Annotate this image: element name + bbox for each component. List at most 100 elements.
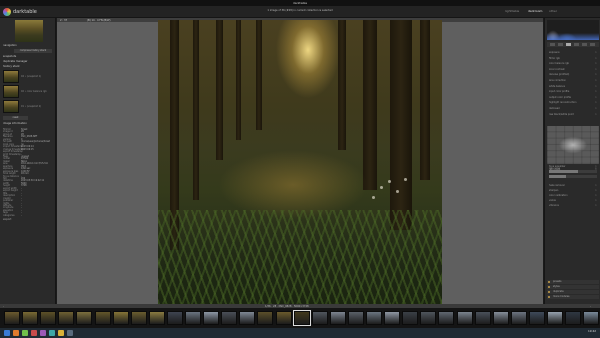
module-power-icon[interactable]: ⏻ xyxy=(595,57,597,60)
module-header[interactable]: input color profile ⏻ xyxy=(549,90,597,93)
module-slider[interactable] xyxy=(549,175,597,178)
module-header[interactable]: color calibration ⏻ xyxy=(549,194,597,197)
filmstrip-thumbnail[interactable] xyxy=(329,311,346,325)
filmstrip-thumbnail[interactable] xyxy=(292,310,311,326)
export-section[interactable]: export xyxy=(3,218,11,222)
filmstrip-thumbnail[interactable] xyxy=(22,311,39,325)
module-header[interactable]: filmic rgb ⏻ xyxy=(549,57,597,60)
navigation-preview[interactable] xyxy=(15,20,43,42)
section-snapshots[interactable]: snapshots xyxy=(3,55,16,59)
filmstrip-thumbnail[interactable] xyxy=(185,311,201,325)
snapshot-thumb[interactable] xyxy=(3,70,19,83)
filmstrip-thumbnail[interactable] xyxy=(384,311,401,325)
bottom-item[interactable]: more modules xyxy=(547,295,599,299)
module-group-tab[interactable] xyxy=(558,43,563,46)
module-header[interactable]: velvia ⏻ xyxy=(549,199,597,202)
module-header[interactable]: highlight reconstruction ⏻ xyxy=(549,101,597,104)
module-group-tab[interactable] xyxy=(590,43,595,46)
module-header[interactable]: lens correction ⏻ xyxy=(549,79,597,82)
bottom-item[interactable]: duplicate xyxy=(547,290,599,294)
filmstrip-thumbnail[interactable] xyxy=(221,311,238,325)
filmstrip-thumbnail[interactable] xyxy=(58,311,75,325)
module-power-icon[interactable]: ⏻ xyxy=(595,62,597,65)
filmstrip-thumbnail[interactable] xyxy=(148,311,165,325)
view-tab-other[interactable]: other xyxy=(549,9,557,13)
tone-equalizer-graph[interactable] xyxy=(547,126,599,164)
filmstrip-thumbnail[interactable] xyxy=(347,311,364,325)
filmstrip-thumbnail[interactable] xyxy=(257,311,274,325)
module-header[interactable]: sharpen ⏻ xyxy=(549,189,597,192)
taskbar-app-icon[interactable] xyxy=(58,330,64,336)
main-image[interactable] xyxy=(158,20,442,304)
module-power-icon[interactable]: ⏻ xyxy=(595,101,597,104)
section-history-stack[interactable]: history stack xyxy=(3,65,20,69)
bottom-item[interactable]: presets xyxy=(547,280,599,284)
module-header[interactable]: color balance rgb ⏻ xyxy=(549,62,597,65)
filmstrip-thumbnail[interactable] xyxy=(203,311,220,325)
module-power-icon[interactable]: ⏻ xyxy=(595,107,597,110)
filmstrip-thumbnail[interactable] xyxy=(565,311,582,325)
module-header[interactable]: denoise (profiled) ⏻ xyxy=(549,73,597,76)
filmstrip-thumbnail[interactable] xyxy=(456,311,473,325)
filmstrip[interactable] xyxy=(0,308,600,328)
filmstrip-thumbnail[interactable] xyxy=(366,311,382,325)
taskbar-app-icon[interactable] xyxy=(31,330,37,336)
taskbar-app-icon[interactable] xyxy=(22,330,28,336)
module-power-icon[interactable]: ⏻ xyxy=(595,68,597,71)
module-power-icon[interactable]: ⏻ xyxy=(595,113,597,116)
filmstrip-thumbnail[interactable] xyxy=(4,311,20,325)
module-header[interactable]: raw black/white point ⏻ xyxy=(549,113,597,116)
module-header[interactable]: local contrast ⏻ xyxy=(549,68,597,71)
filmstrip-thumbnail[interactable] xyxy=(76,311,93,325)
module-power-icon[interactable]: ⏻ xyxy=(595,51,597,54)
module-power-icon[interactable]: ⏻ xyxy=(595,85,597,88)
filmstrip-thumbnail[interactable] xyxy=(40,311,57,325)
module-group-tab[interactable] xyxy=(582,43,587,46)
filmstrip-thumbnail[interactable] xyxy=(528,311,545,325)
module-power-icon[interactable]: ⏻ xyxy=(595,184,597,187)
module-header[interactable]: white balance ⏻ xyxy=(549,85,597,88)
filmstrip-thumbnail[interactable] xyxy=(311,311,328,325)
taskbar-app-icon[interactable] xyxy=(40,330,46,336)
module-header[interactable]: haze removal ⏻ xyxy=(549,184,597,187)
bottom-item[interactable]: styles xyxy=(547,285,599,289)
filmstrip-thumbnail[interactable] xyxy=(510,311,527,325)
section-duplicate-manager[interactable]: duplicate manager xyxy=(3,60,28,64)
module-power-icon[interactable]: ⏻ xyxy=(595,79,597,82)
filmstrip-thumbnail[interactable] xyxy=(583,311,600,325)
filmstrip-thumbnail[interactable] xyxy=(547,311,563,325)
module-power-icon[interactable]: ⏻ xyxy=(595,96,597,99)
view-tab-darkroom[interactable]: darkroom xyxy=(528,9,542,13)
reset-button[interactable]: reset xyxy=(3,116,28,120)
module-power-icon[interactable]: ⏻ xyxy=(595,194,597,197)
filmstrip-thumbnail[interactable] xyxy=(130,311,147,325)
filmstrip-thumbnail[interactable] xyxy=(112,311,129,325)
snapshot-thumb[interactable] xyxy=(3,100,19,113)
snapshot-thumb[interactable] xyxy=(3,85,19,98)
module-header[interactable]: demosaic ⏻ xyxy=(549,107,597,110)
module-power-icon[interactable]: ⏻ xyxy=(595,73,597,76)
module-group-tab[interactable] xyxy=(574,43,579,46)
module-power-icon[interactable]: ⏻ xyxy=(595,90,597,93)
filmstrip-thumbnail[interactable] xyxy=(402,311,419,325)
filmstrip-thumbnail[interactable] xyxy=(438,311,455,325)
module-power-icon[interactable]: ⏻ xyxy=(595,204,597,207)
filmstrip-thumbnail[interactable] xyxy=(239,311,256,325)
module-slider[interactable] xyxy=(549,170,597,173)
filmstrip-thumbnail[interactable] xyxy=(166,311,183,325)
taskbar-app-icon[interactable] xyxy=(67,330,73,336)
taskbar-app-icon[interactable] xyxy=(4,330,10,336)
module-power-icon[interactable]: ⏻ xyxy=(595,199,597,202)
taskbar-app-icon[interactable] xyxy=(13,330,19,336)
section-image-information[interactable]: image information xyxy=(3,122,27,126)
module-header[interactable]: vibrance ⏻ xyxy=(549,204,597,207)
filmstrip-thumbnail[interactable] xyxy=(492,311,509,325)
filmstrip-thumbnail[interactable] xyxy=(474,311,491,325)
filmstrip-thumbnail[interactable] xyxy=(420,311,437,325)
taskbar-app-icon[interactable] xyxy=(49,330,55,336)
module-group-tab[interactable] xyxy=(566,43,571,46)
module-power-icon[interactable]: ⏻ xyxy=(595,189,597,192)
module-group-tab[interactable] xyxy=(550,43,555,46)
filmstrip-thumbnail[interactable] xyxy=(94,311,111,325)
histogram[interactable] xyxy=(547,20,599,40)
